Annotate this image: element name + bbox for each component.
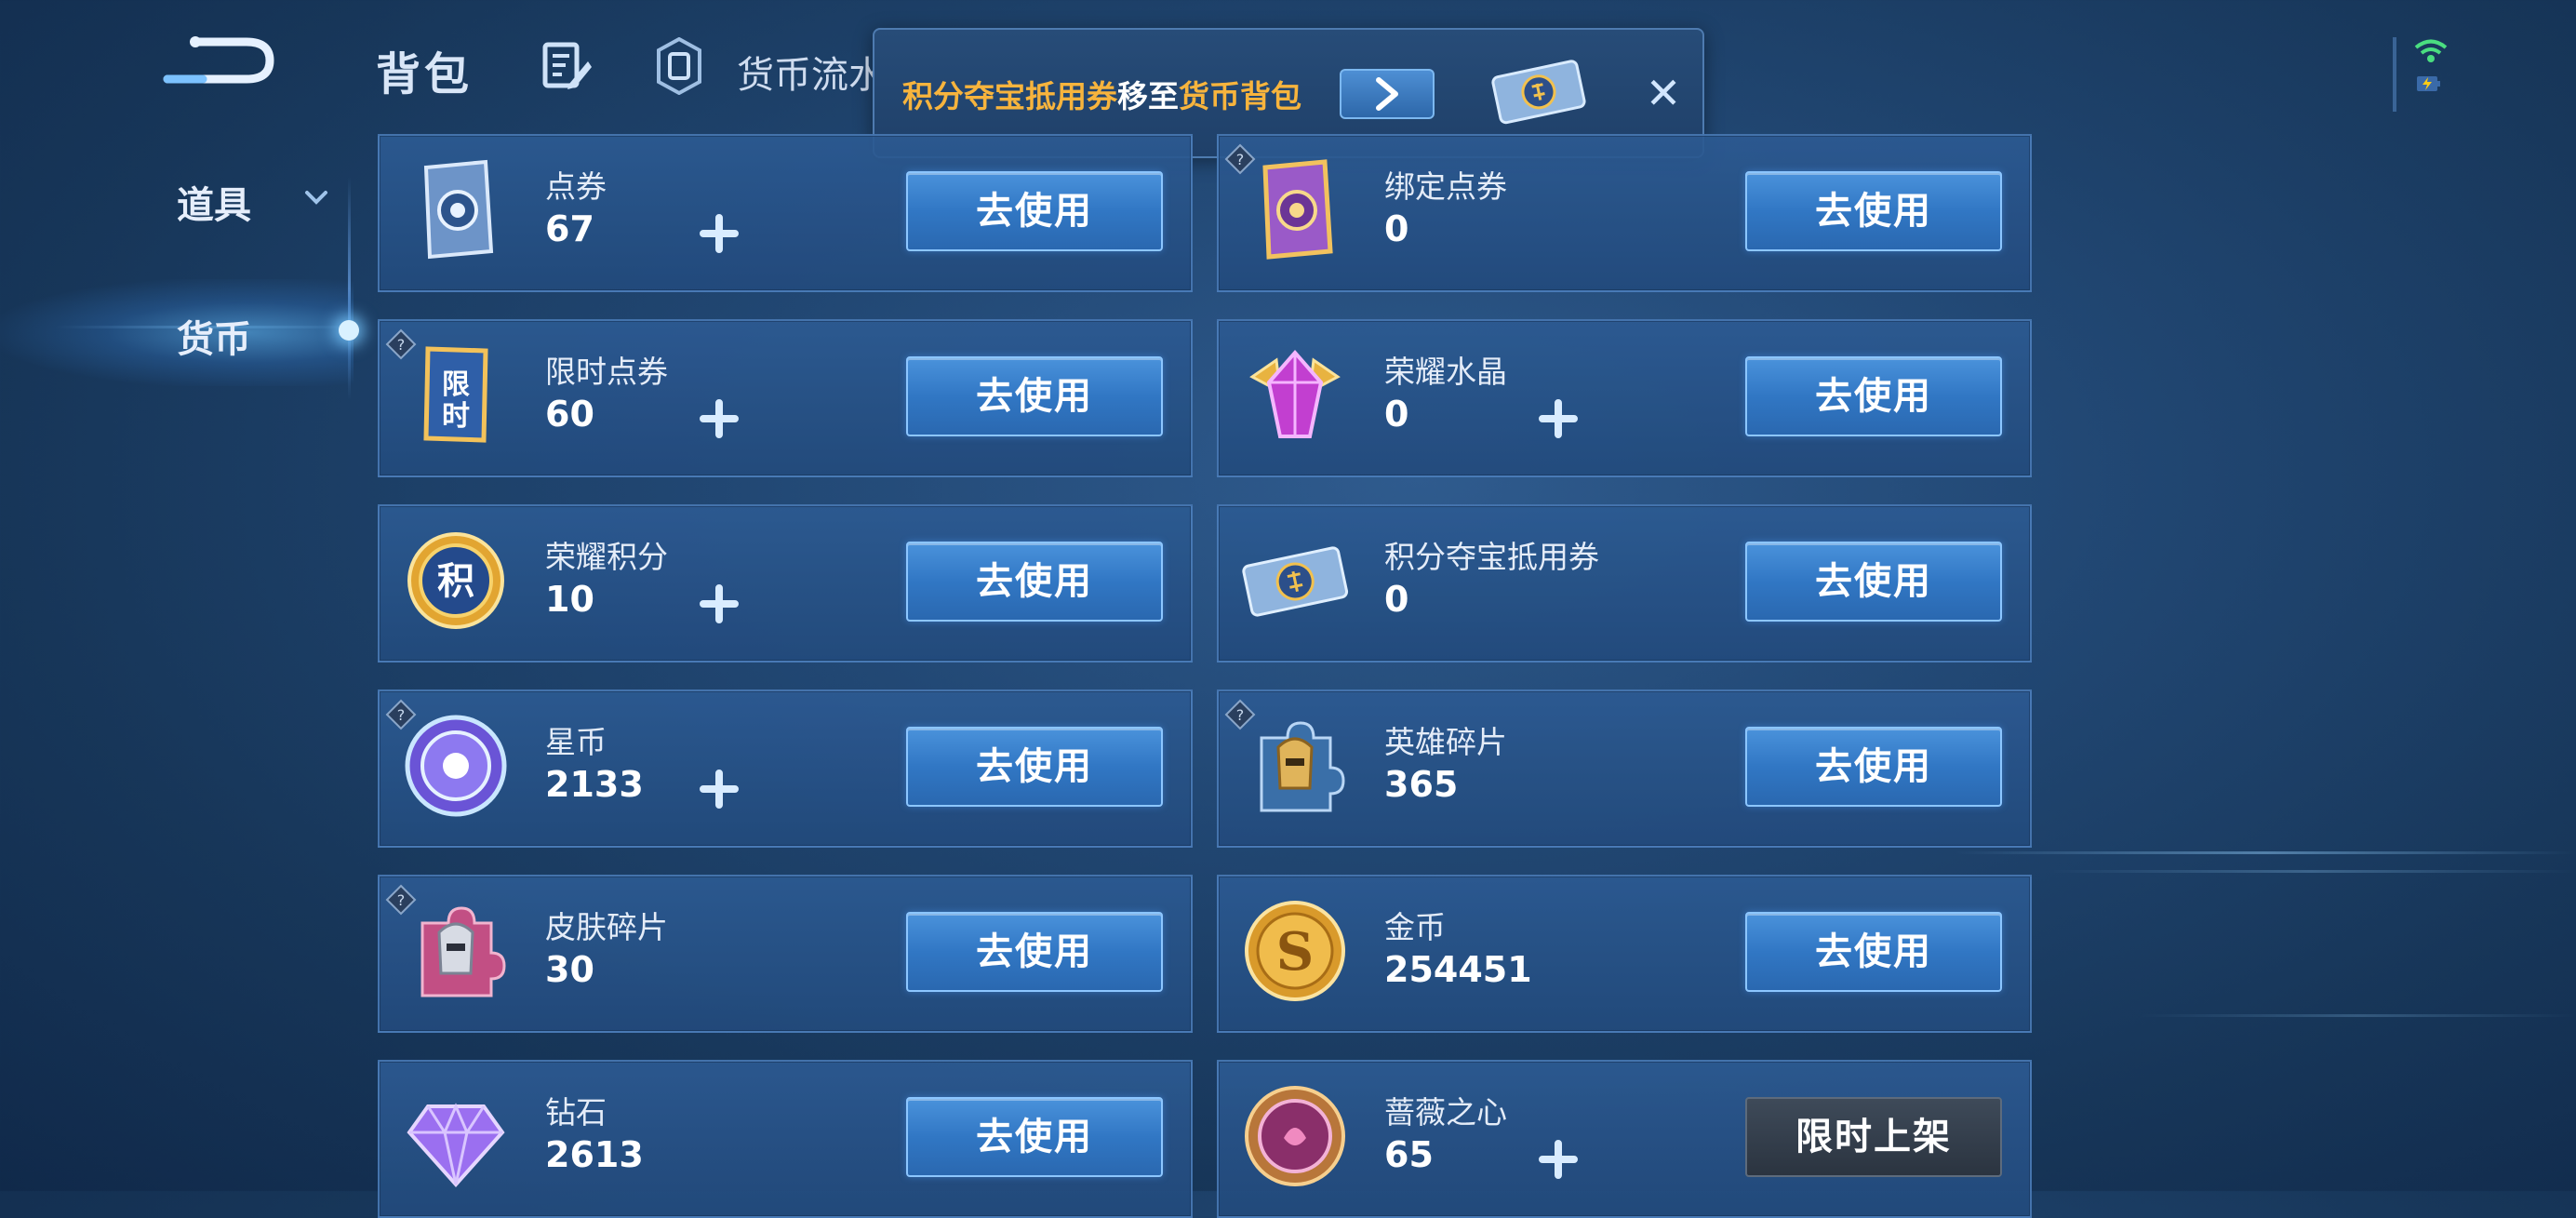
currency-card-lottery-ticket: 积分夺宝抵用券 0 去使用	[1217, 504, 2032, 663]
use-button[interactable]: 去使用	[1745, 542, 2002, 622]
use-button[interactable]: 去使用	[1745, 171, 2002, 251]
currency-name: 皮肤碎片	[545, 909, 668, 945]
currency-card-bound-voucher: ? 绑定点券 0 去使用	[1217, 134, 2032, 292]
star-coin-icon	[400, 710, 512, 822]
background-streak	[1954, 851, 2576, 854]
use-button[interactable]: 去使用	[1745, 912, 2002, 992]
currency-flow-tab[interactable]: 货币流水	[737, 45, 886, 99]
currency-amount: 254451	[1384, 949, 1532, 990]
currency-amount: 2133	[545, 764, 644, 805]
currency-name: 荣耀水晶	[1384, 354, 1507, 390]
svg-text:S: S	[1276, 921, 1314, 983]
currency-name: 蔷薇之心	[1384, 1094, 1507, 1131]
skin-fragment-icon	[400, 895, 512, 1007]
notification-text: 积分夺宝抵用券移至货币背包	[902, 72, 1301, 116]
currency-card-gold-coin: S 金币 254451 去使用	[1217, 875, 2032, 1033]
currency-name: 限时点券	[545, 354, 668, 390]
edit-icon[interactable]	[541, 41, 594, 93]
currency-amount: 0	[1384, 394, 1409, 435]
use-button[interactable]: 去使用	[906, 356, 1163, 436]
glory-points-icon: 积	[400, 525, 512, 636]
currency-name: 点券	[545, 168, 607, 205]
go-to-button[interactable]	[1340, 69, 1435, 119]
notification-moved-to: 移至	[1117, 78, 1179, 114]
use-button[interactable]: 去使用	[906, 171, 1163, 251]
add-currency-button[interactable]	[694, 579, 744, 629]
currency-card-star-coin: ? 星币 2133 去使用	[378, 689, 1193, 848]
limited-voucher-icon: 限 时	[400, 340, 512, 451]
use-button[interactable]: 去使用	[906, 727, 1163, 807]
back-arrow-icon	[163, 36, 274, 84]
status-divider	[2393, 37, 2396, 112]
currency-amount: 67	[545, 208, 594, 249]
sidebar-active-indicator	[339, 320, 359, 341]
currency-card-voucher: 点券 67 去使用	[378, 134, 1193, 292]
currency-amount: 0	[1384, 579, 1409, 620]
currency-amount: 365	[1384, 764, 1459, 805]
currency-amount: 0	[1384, 208, 1409, 249]
limited-time-button[interactable]: 限时上架	[1745, 1097, 2002, 1177]
currency-card-diamond: 钻石 2613 去使用	[378, 1060, 1193, 1218]
currency-amount: 30	[545, 949, 594, 990]
add-currency-button[interactable]	[694, 394, 744, 444]
currency-name: 英雄碎片	[1384, 724, 1507, 760]
add-currency-button[interactable]	[694, 764, 744, 814]
svg-text:时: 时	[442, 400, 470, 433]
currency-card-skin-fragment: ? 皮肤碎片 30 去使用	[378, 875, 1193, 1033]
add-currency-button[interactable]	[1533, 394, 1583, 444]
currency-amount: 60	[545, 394, 594, 435]
currency-flow-icon[interactable]	[657, 36, 701, 96]
currency-card-glory-points: 积 荣耀积分 10 去使用	[378, 504, 1193, 663]
currency-name: 金币	[1384, 909, 1446, 945]
background-streak	[2047, 870, 2576, 873]
page-title: 背包	[376, 48, 474, 100]
use-button[interactable]: 去使用	[1745, 727, 2002, 807]
currency-card-limited-voucher: ? 限 时 限时点券 60 去使用	[378, 319, 1193, 477]
voucher-icon	[400, 154, 512, 266]
wifi-icon	[2414, 39, 2448, 63]
use-button[interactable]: 去使用	[906, 542, 1163, 622]
currency-name: 星币	[545, 724, 607, 760]
notification-item-name: 积分夺宝抵用券	[902, 78, 1117, 114]
use-button[interactable]: 去使用	[906, 1097, 1163, 1177]
sidebar-item-currency[interactable]: 货币	[177, 309, 251, 363]
gold-coin-icon: S	[1239, 895, 1351, 1007]
currency-name: 荣耀积分	[545, 539, 668, 575]
currency-amount: 2613	[545, 1134, 644, 1175]
battery-charging-icon	[2416, 74, 2442, 93]
currency-name: 钻石	[545, 1094, 607, 1131]
ticket-icon	[1239, 525, 1351, 636]
currency-amount: 65	[1384, 1134, 1434, 1175]
hero-fragment-icon	[1239, 710, 1351, 822]
glory-crystal-icon	[1239, 340, 1351, 451]
currency-card-hero-fragment: ? 英雄碎片 365 去使用	[1217, 689, 2032, 848]
add-currency-button[interactable]	[694, 208, 744, 259]
chevron-right-icon	[1376, 77, 1398, 111]
sidebar-item-props[interactable]: 道具	[177, 175, 251, 229]
notification-destination: 货币背包	[1179, 78, 1301, 114]
bound-voucher-icon	[1239, 154, 1351, 266]
use-button[interactable]: 去使用	[906, 912, 1163, 992]
ticket-icon	[1487, 58, 1589, 127]
close-icon[interactable]: ✕	[1637, 67, 1689, 119]
use-button[interactable]: 去使用	[1745, 356, 2002, 436]
svg-text:积: 积	[437, 560, 474, 603]
currency-amount: 10	[545, 579, 594, 620]
back-button[interactable]	[158, 28, 279, 93]
background-streak	[2140, 1014, 2576, 1017]
rose-heart-icon	[1239, 1080, 1351, 1192]
currency-card-glory-crystal: 荣耀水晶 0 去使用	[1217, 319, 2032, 477]
currency-name: 积分夺宝抵用券	[1384, 539, 1599, 575]
diamond-icon	[400, 1080, 512, 1192]
chevron-down-icon[interactable]	[303, 184, 329, 210]
currency-name: 绑定点券	[1384, 168, 1507, 205]
svg-text:限: 限	[442, 368, 470, 401]
currency-card-rose-heart: 蔷薇之心 65 限时上架	[1217, 1060, 2032, 1218]
add-currency-button[interactable]	[1533, 1134, 1583, 1185]
